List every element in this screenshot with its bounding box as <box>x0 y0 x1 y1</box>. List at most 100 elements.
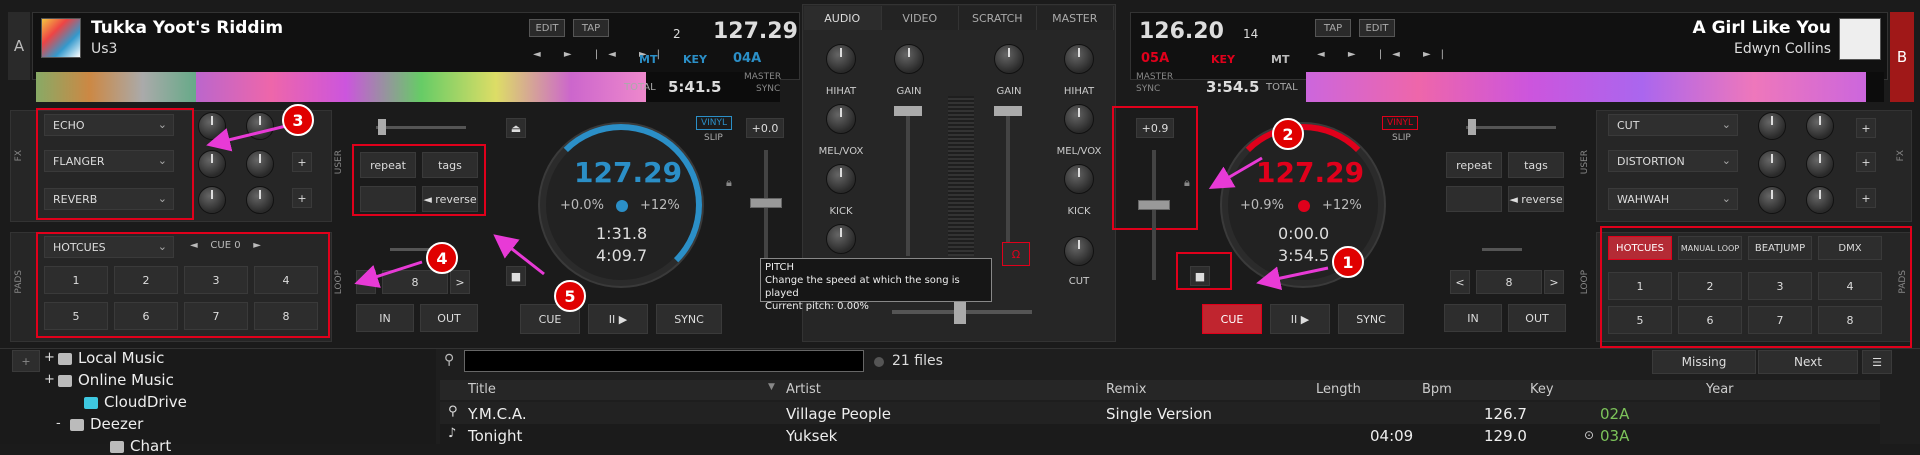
deck-a-repeat-button[interactable]: repeat <box>360 152 416 178</box>
deck-a-tags-button[interactable]: tags <box>422 152 478 178</box>
deck-b-pad-1[interactable]: 1 <box>1608 272 1672 300</box>
sidebar-add-button[interactable]: + <box>12 350 40 372</box>
mixer-kick-knob-a[interactable] <box>826 224 856 254</box>
deck-a-key[interactable]: 04A <box>733 51 761 66</box>
mixer-tab-master[interactable]: MASTER <box>1036 6 1114 30</box>
deck-a-pad-5[interactable]: 5 <box>44 302 108 330</box>
deck-b-vinyl-button[interactable]: VINYL <box>1382 116 1419 130</box>
deck-b-filter-knob-top[interactable] <box>1064 44 1094 74</box>
deck-a-pad-6[interactable]: 6 <box>114 302 178 330</box>
deck-a-loop-slider[interactable] <box>390 248 430 251</box>
deck-b-key[interactable]: 05A <box>1141 51 1169 66</box>
deck-b-play-button[interactable]: II ▶ <box>1270 304 1330 334</box>
deck-b-pad-mode-dmx[interactable]: DMX <box>1818 236 1882 260</box>
deck-b-pad-4[interactable]: 4 <box>1818 272 1882 300</box>
deck-b-reverse-button[interactable]: ◄ reverse <box>1508 186 1564 212</box>
mixer-cut-knob-b[interactable] <box>1064 236 1094 266</box>
headphones-icon[interactable]: Ω <box>1002 242 1030 266</box>
deck-b-fx-add-button-1[interactable]: + <box>1856 118 1876 138</box>
deck-a-pad-3[interactable]: 3 <box>184 266 248 294</box>
deck-b-fx-knob-5[interactable] <box>1758 186 1786 214</box>
deck-a-fx-knob-5[interactable] <box>198 186 226 214</box>
mixer-melvox-knob-a[interactable] <box>826 164 856 194</box>
deck-b-slip-button[interactable]: SLIP <box>1388 132 1415 144</box>
deck-b-tap-button[interactable]: TAP <box>1315 19 1351 37</box>
deck-b-pitch-slider[interactable] <box>1152 150 1156 280</box>
deck-a-fx-slot-2[interactable]: FLANGER ⌄ <box>44 150 174 172</box>
tree-item-label[interactable]: Chart <box>130 437 171 455</box>
mixer-gain-knob-b[interactable] <box>994 44 1024 74</box>
deck-a-loop-out-button[interactable]: OUT <box>420 304 478 332</box>
deck-b-fx-add-button-2[interactable]: + <box>1856 152 1876 172</box>
deck-a-user-slider[interactable] <box>376 119 466 135</box>
deck-b-fx-slot-1[interactable]: CUT ⌄ <box>1608 114 1738 136</box>
deck-a-small-button[interactable]: ■ <box>506 266 526 286</box>
deck-b-repeat-button[interactable]: repeat <box>1446 152 1502 178</box>
deck-b-pad-8[interactable]: 8 <box>1818 306 1882 334</box>
deck-a-play-button[interactable]: II ▶ <box>588 304 648 334</box>
col-artist[interactable]: Artist <box>786 382 821 397</box>
deck-b-cue-button[interactable]: CUE <box>1202 304 1262 334</box>
deck-b-fx-knob-2[interactable] <box>1806 112 1834 140</box>
mixer-fader-b[interactable] <box>994 106 1022 256</box>
deck-a-pad-1[interactable]: 1 <box>44 266 108 294</box>
mixer-melvox-knob-b[interactable] <box>1064 164 1094 194</box>
tree-item-label[interactable]: Deezer <box>90 415 143 433</box>
deck-b-loop-out-button[interactable]: OUT <box>1508 304 1566 332</box>
mixer-gain-knob-a[interactable] <box>894 44 924 74</box>
deck-b-pitch-handle[interactable] <box>1138 200 1170 210</box>
deck-b-fx-knob-3[interactable] <box>1758 150 1786 178</box>
deck-b-mt[interactable]: MT <box>1271 53 1289 66</box>
deck-a-filter-knob-top[interactable] <box>826 44 856 74</box>
col-key[interactable]: Key <box>1530 382 1554 397</box>
deck-a-fx-knob-2[interactable] <box>246 112 274 140</box>
deck-a-fx-add-button-2[interactable]: + <box>292 188 312 208</box>
deck-a-loop-in-button[interactable]: IN <box>356 304 414 332</box>
deck-a-sync-button[interactable]: SYNC <box>656 304 722 334</box>
deck-a-letter[interactable]: A <box>8 12 30 80</box>
expand-icon[interactable]: + <box>44 372 55 387</box>
deck-a-tap-button[interactable]: TAP <box>573 19 609 37</box>
deck-b-letter[interactable]: B <box>1890 12 1914 102</box>
col-length[interactable]: Length <box>1316 382 1361 397</box>
tree-item-label[interactable]: CloudDrive <box>104 393 187 411</box>
lock-icon[interactable]: 🔒︎ <box>1184 176 1190 190</box>
deck-a-eject-button[interactable]: ⏏ <box>506 118 526 138</box>
mixer-hihat-knob-b[interactable] <box>1064 104 1094 134</box>
deck-a-fx-slot-1[interactable]: ECHO ⌄ <box>44 114 174 136</box>
deck-b-pad-mode-manual-loop[interactable]: MANUAL LOOP <box>1678 236 1742 260</box>
deck-b-pad-3[interactable]: 3 <box>1748 272 1812 300</box>
deck-b-fx-slot-2[interactable]: DISTORTION ⌄ <box>1608 150 1738 172</box>
missing-button[interactable]: Missing <box>1652 350 1756 374</box>
deck-b-loop-in-button[interactable]: IN <box>1444 304 1502 332</box>
deck-b-waveform[interactable] <box>1306 72 1884 102</box>
deck-b-loop-prev-button[interactable]: < <box>1450 270 1470 294</box>
mixer-tab-video[interactable]: VIDEO <box>881 6 959 30</box>
deck-a-pitch-handle[interactable] <box>750 198 782 208</box>
deck-b-empty-button[interactable] <box>1446 186 1502 212</box>
col-year[interactable]: Year <box>1706 382 1734 397</box>
deck-a-vinyl-button[interactable]: VINYL <box>696 116 733 130</box>
deck-b-loop-next-button[interactable]: > <box>1544 270 1564 294</box>
deck-a-fx-slot-3[interactable]: REVERB ⌄ <box>44 188 174 210</box>
deck-b-transport-icons[interactable]: ◄ ► |◄ ►| <box>1317 49 1454 60</box>
deck-a-fx-add-button-1[interactable]: + <box>292 152 312 172</box>
deck-a-fx-knob-6[interactable] <box>246 186 274 214</box>
deck-b-pad-6[interactable]: 6 <box>1678 306 1742 334</box>
deck-b-tags-button[interactable]: tags <box>1508 152 1564 178</box>
deck-b-user-slider[interactable] <box>1466 119 1556 135</box>
deck-b-edit-button[interactable]: EDIT <box>1359 19 1395 37</box>
tree-item-label[interactable]: Online Music <box>78 371 174 389</box>
deck-b-loop-size[interactable]: 8 <box>1476 270 1542 294</box>
deck-a-loop-prev-button[interactable]: < <box>356 270 376 294</box>
deck-b-fx-knob-4[interactable] <box>1806 150 1834 178</box>
deck-a-pad-4[interactable]: 4 <box>254 266 318 294</box>
mixer-tab-audio[interactable]: AUDIO <box>804 6 882 30</box>
deck-b-fx-knob-1[interactable] <box>1758 112 1786 140</box>
mixer-fader-a[interactable] <box>894 106 922 256</box>
col-bpm[interactable]: Bpm <box>1422 382 1452 397</box>
tree-item-label[interactable]: Local Music <box>78 349 164 367</box>
deck-b-fx-knob-6[interactable] <box>1806 186 1834 214</box>
deck-a-loop-next-button[interactable]: > <box>450 270 470 294</box>
deck-b-loop-slider[interactable] <box>1482 248 1522 251</box>
